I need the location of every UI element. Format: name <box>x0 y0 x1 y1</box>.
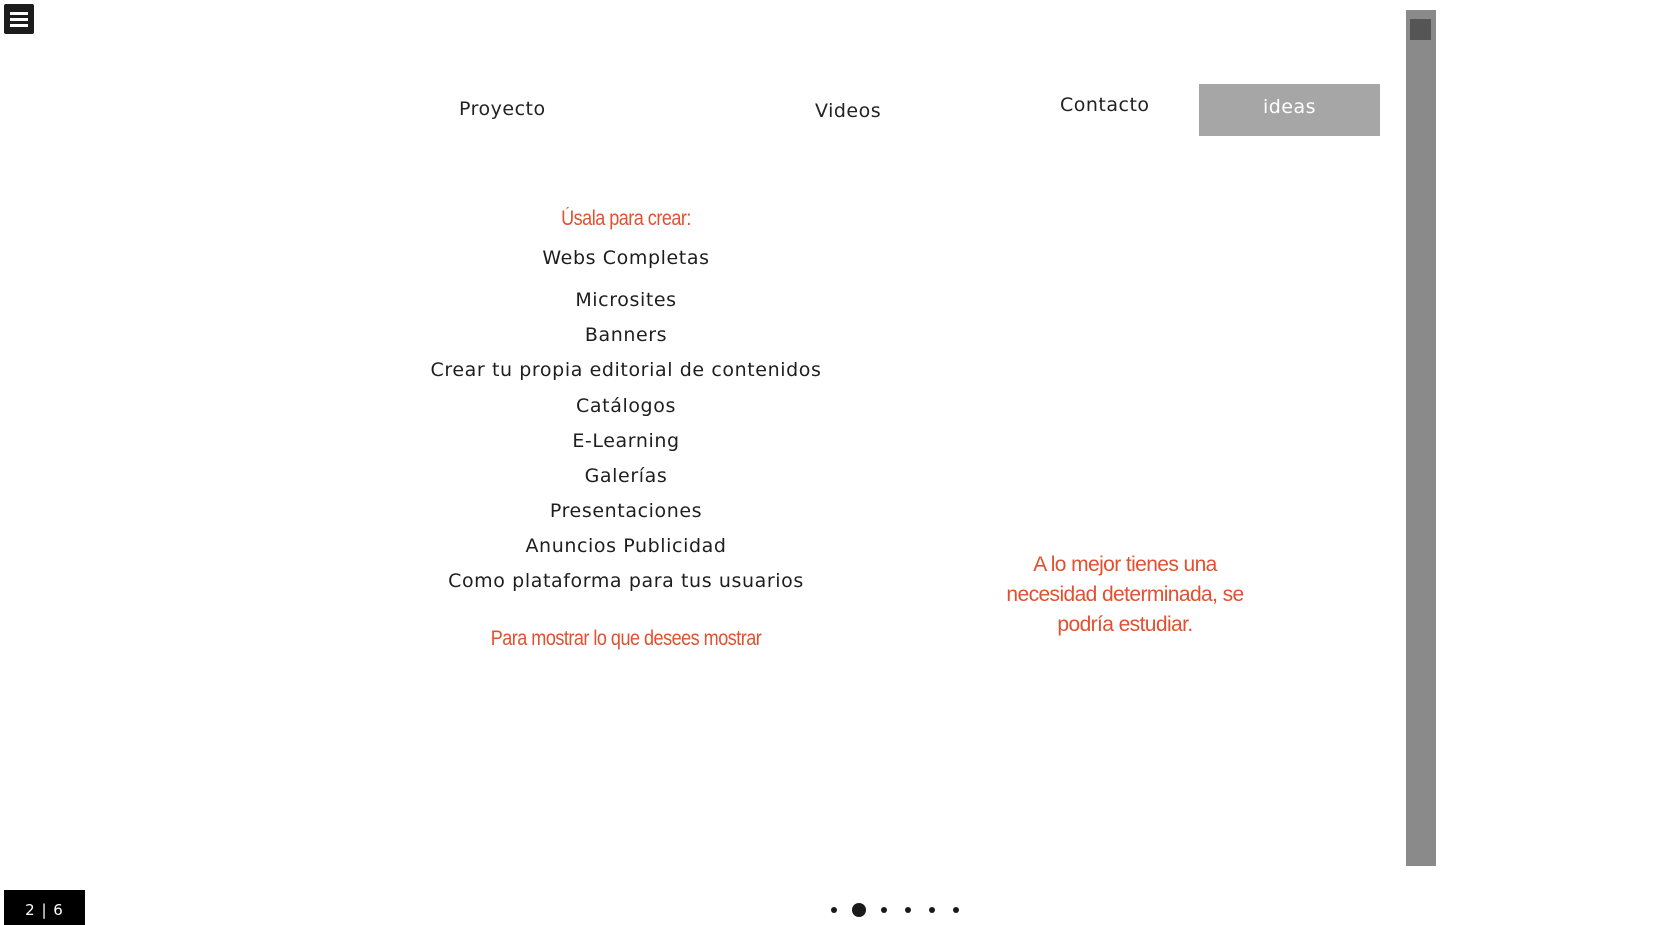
page-dots <box>822 902 968 918</box>
side-note: A lo mejor tienes una necesidad determin… <box>1006 553 1244 636</box>
page-dot-2[interactable] <box>852 903 866 917</box>
nav-ideas-label: ideas <box>1262 96 1317 118</box>
nav-ideas-active[interactable]: ideas <box>1199 84 1380 136</box>
list-item: Galerías <box>584 465 668 487</box>
list-item: Banners <box>584 324 668 346</box>
menu-bar-top <box>10 12 28 15</box>
page-dot-3[interactable] <box>881 907 887 913</box>
list-item: Como plataforma para tus usuarios <box>448 570 804 592</box>
list-item: Microsites <box>575 289 677 311</box>
page-dot-5[interactable] <box>929 907 935 913</box>
scrollbar-thumb[interactable] <box>1410 19 1431 40</box>
page: Proyecto Videos Contacto ideas Úsala par… <box>0 0 1680 925</box>
list-item: Presentaciones <box>549 500 703 522</box>
list-item: Catálogos <box>576 395 676 417</box>
list-item: Anuncios Publicidad <box>525 535 727 557</box>
nav-videos[interactable]: Videos <box>815 100 881 122</box>
page-dot-4[interactable] <box>905 907 911 913</box>
uses-footer: Para mostrar lo que desees mostrar <box>490 627 762 650</box>
hamburger-menu-icon[interactable] <box>4 4 34 34</box>
page-dot-1[interactable] <box>831 907 837 913</box>
nav-proyecto[interactable]: Proyecto <box>459 98 546 120</box>
list-item: E-Learning <box>572 430 680 452</box>
page-counter: 2 | 6 <box>4 890 85 925</box>
menu-bar-middle <box>10 18 28 21</box>
menu-bar-bottom <box>10 24 28 27</box>
scrollbar-track[interactable] <box>1406 10 1436 866</box>
page-dot-6[interactable] <box>953 907 959 913</box>
list-item: Crear tu propia editorial de contenidos <box>430 359 822 381</box>
nav-contacto[interactable]: Contacto <box>1060 94 1150 116</box>
uses-heading: Úsala para crear: <box>561 207 691 230</box>
list-item: Webs Completas <box>542 247 710 269</box>
